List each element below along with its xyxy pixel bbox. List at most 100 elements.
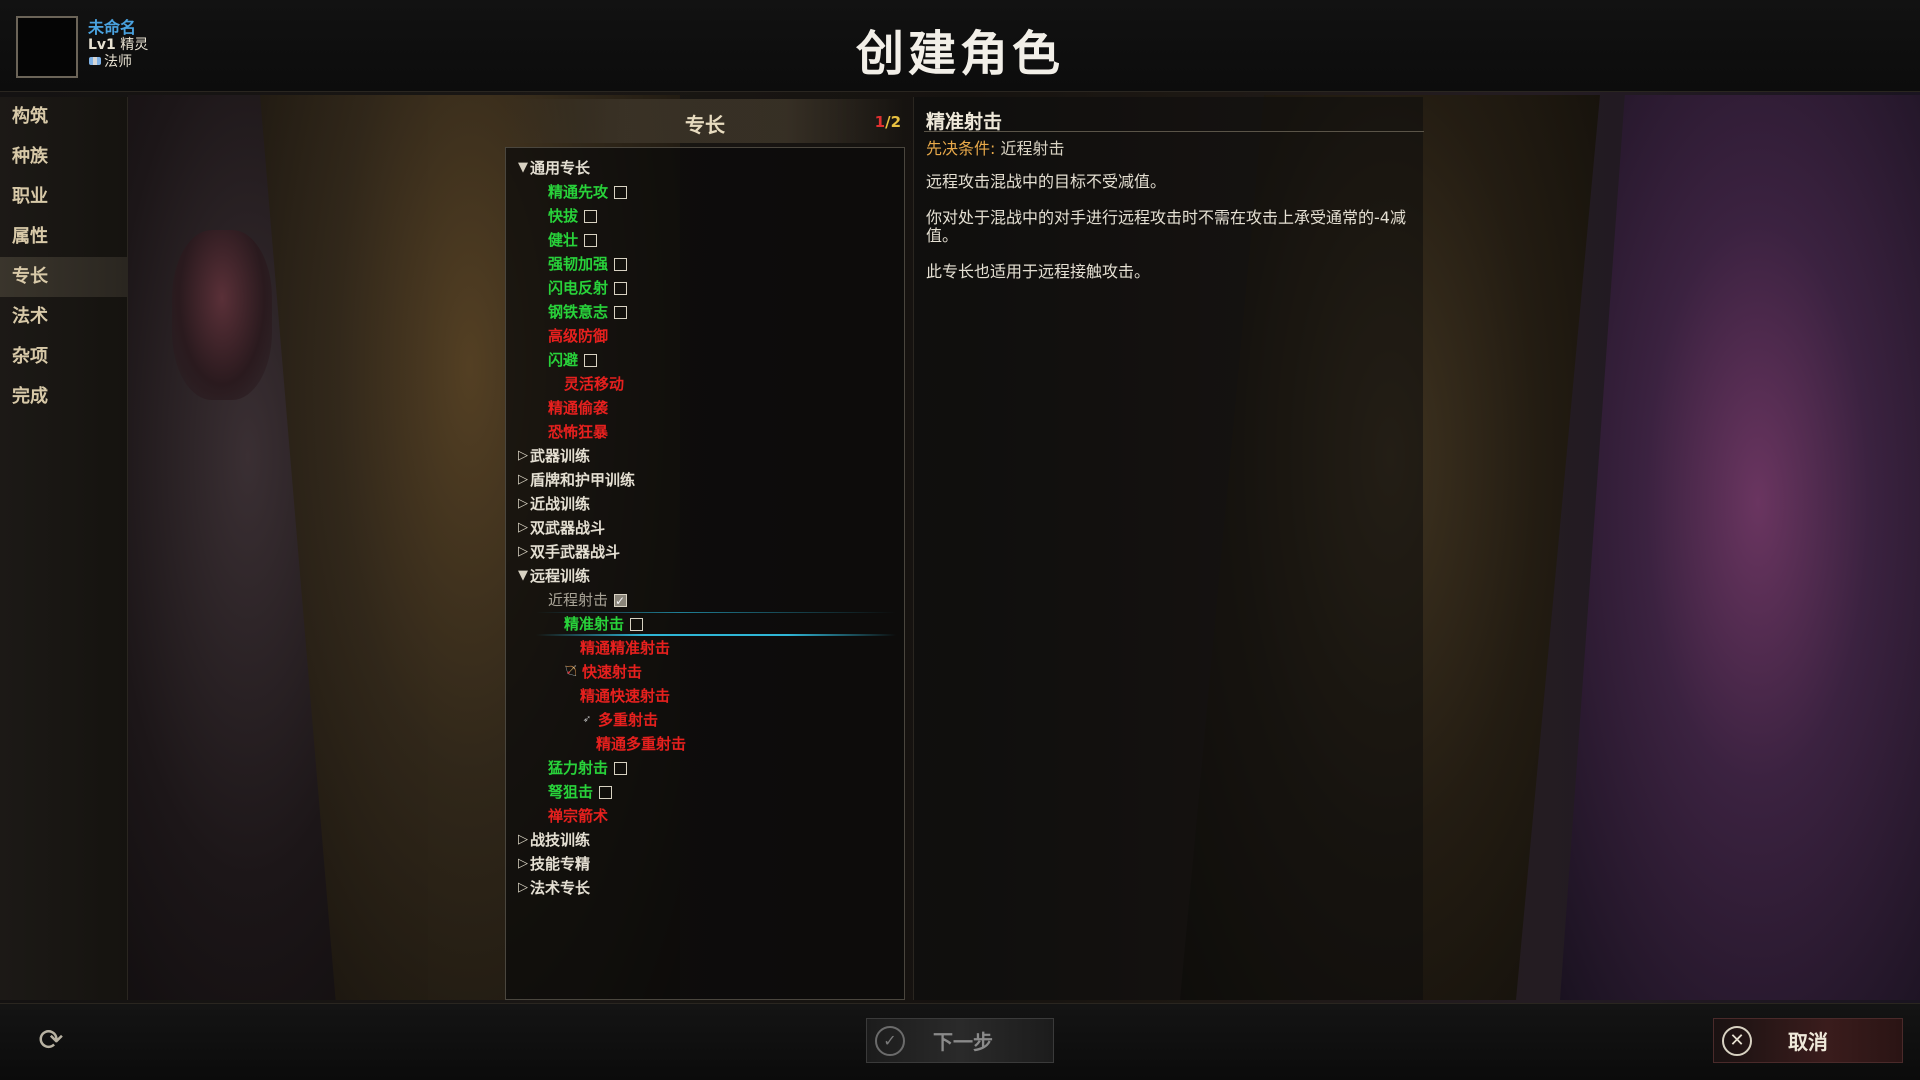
sidebar-item[interactable]: 杂项 [0, 337, 127, 377]
feat-category-row[interactable]: ▷ 法术专长 [506, 876, 904, 900]
feat-label: 禅宗箭术 [548, 807, 609, 825]
art-knight-helmet [172, 230, 272, 400]
feat-description-title: 精准射击 [926, 111, 1003, 133]
feat-row[interactable]: 精通精准射击 [506, 636, 904, 660]
sidebar-item[interactable]: 专长 [0, 257, 127, 297]
close-circle-icon: ✕ [1722, 1025, 1752, 1056]
feat-row[interactable]: 强韧加强 [506, 252, 904, 276]
feat-row[interactable]: 快拔 [506, 204, 904, 228]
feat-label: 精准射击 [564, 615, 625, 633]
feat-row[interactable]: 精准射击 [506, 612, 904, 636]
art-panel-sorceress [1560, 95, 1920, 1000]
feat-label: 闪电反射 [548, 279, 609, 297]
expanded-arrow-icon[interactable]: ▼ [516, 564, 530, 588]
feat-label: 通用专长 [530, 159, 591, 177]
feat-checkbox[interactable] [584, 209, 598, 223]
collapsed-arrow-icon[interactable]: ▷ [516, 516, 530, 540]
feat-label: 技能专精 [530, 855, 591, 873]
collapsed-arrow-icon[interactable]: ▷ [516, 876, 530, 900]
expanded-arrow-icon[interactable]: ▼ [516, 156, 530, 180]
feat-label: 钢铁意志 [548, 303, 609, 321]
feat-label: 高级防御 [548, 327, 609, 345]
top-bar: 未命名 Lv1 精灵 法师 创建角色 [0, 0, 1920, 92]
feat-checkbox[interactable] [614, 281, 628, 295]
feat-checkbox[interactable] [584, 233, 598, 247]
feat-row[interactable]: 禅宗箭术 [506, 804, 904, 828]
feat-tree[interactable]: ▼ 通用专长 精通先攻 快拔 健壮 强韧加强 闪电反射 钢铁意志 高级防御 闪避 灵活移动 精通偷袭恐… [505, 147, 905, 1000]
sidebar-item[interactable]: 法术 [0, 297, 127, 337]
feat-label: 盾牌和护甲训练 [530, 471, 636, 489]
sidebar-item[interactable]: 属性 [0, 217, 127, 257]
feat-panel-title: 专长 [685, 113, 725, 137]
feat-category-row[interactable]: ▼ 通用专长 [506, 156, 904, 180]
collapsed-arrow-icon[interactable]: ▷ [516, 468, 530, 492]
feat-label: 弩狙击 [548, 783, 594, 801]
feat-row[interactable]: 🏹 快速射击 [506, 660, 904, 684]
feat-checkbox[interactable] [614, 305, 628, 319]
collapsed-arrow-icon[interactable]: ▷ [516, 444, 530, 468]
refresh-icon[interactable]: ⟳ [34, 1024, 68, 1058]
feat-label: 法术专长 [530, 879, 591, 897]
cancel-button[interactable]: ✕ 取消 [1713, 1018, 1903, 1063]
next-step-label: 下一步 [933, 1030, 993, 1054]
collapsed-arrow-icon[interactable]: ▷ [516, 828, 530, 852]
feat-prerequisite: 先决条件: 近程射击 [926, 135, 1065, 159]
feat-row[interactable]: 恐怖狂暴 [506, 420, 904, 444]
sidebar-item[interactable]: 种族 [0, 137, 127, 177]
bottom-bar: ⟳ ✓ 下一步 ✕ 取消 [0, 1003, 1920, 1080]
feat-label: 猛力射击 [548, 759, 609, 777]
feat-category-row[interactable]: ▷ 技能专精 [506, 852, 904, 876]
feat-row[interactable]: 精通先攻 [506, 180, 904, 204]
feat-checkbox[interactable] [614, 185, 628, 199]
feat-checkbox-checked[interactable] [614, 589, 628, 613]
bow-icon: 🏹 [564, 666, 578, 677]
next-step-button[interactable]: ✓ 下一步 [866, 1018, 1054, 1063]
feat-row[interactable]: 精通偷袭 [506, 396, 904, 420]
sidebar-item[interactable]: 完成 [0, 377, 127, 417]
feat-row[interactable]: 闪电反射 [506, 276, 904, 300]
feat-label: 战技训练 [530, 831, 591, 849]
collapsed-arrow-icon[interactable]: ▷ [516, 540, 530, 564]
feat-checkbox[interactable] [614, 761, 628, 775]
feat-row[interactable]: 钢铁意志 [506, 300, 904, 324]
feat-label: 精通偷袭 [548, 399, 609, 417]
feat-row[interactable]: 近程射击 [506, 588, 904, 613]
feat-label: 强韧加强 [548, 255, 609, 273]
sidebar-item[interactable]: 职业 [0, 177, 127, 217]
feat-label: 武器训练 [530, 447, 591, 465]
feat-count: 1/2 [875, 113, 901, 131]
feat-category-row[interactable]: ▷ 近战训练 [506, 492, 904, 516]
feat-label: 近战训练 [530, 495, 591, 513]
sidebar-item[interactable]: 构筑 [0, 97, 127, 137]
feat-label: 精通精准射击 [580, 639, 671, 657]
feat-row[interactable]: 精通快速射击 [506, 684, 904, 708]
feat-checkbox[interactable] [630, 617, 644, 631]
feat-category-row[interactable]: ▷ 战技训练 [506, 828, 904, 852]
feat-category-row[interactable]: ▷ 武器训练 [506, 444, 904, 468]
check-circle-icon: ✓ [875, 1025, 905, 1056]
feat-label: 闪避 [548, 351, 579, 369]
feat-row[interactable]: 精通多重射击 [506, 732, 904, 756]
collapsed-arrow-icon[interactable]: ▷ [516, 852, 530, 876]
feat-category-row[interactable]: ▷ 双手武器战斗 [506, 540, 904, 564]
feat-checkbox[interactable] [614, 257, 628, 271]
collapsed-arrow-icon[interactable]: ▷ [516, 492, 530, 516]
feat-category-row[interactable]: ▷ 盾牌和护甲训练 [506, 468, 904, 492]
feat-row[interactable]: 健壮 [506, 228, 904, 252]
description-paragraph: 远程攻击混战中的目标不受减值。 [926, 172, 1167, 191]
page-title: 创建角色 [855, 26, 1064, 82]
feat-row[interactable]: ➶ 多重射击 [506, 708, 904, 732]
feat-label: 双手武器战斗 [530, 543, 621, 561]
feat-row[interactable]: 弩狙击 [506, 780, 904, 804]
feat-checkbox[interactable] [584, 353, 598, 367]
feat-row[interactable]: 高级防御 [506, 324, 904, 348]
feat-category-row[interactable]: ▷ 双武器战斗 [506, 516, 904, 540]
feat-label: 精通快速射击 [580, 687, 671, 705]
feat-label: 远程训练 [530, 567, 591, 585]
feat-row[interactable]: 灵活移动 [506, 372, 904, 396]
step-sidebar: 构筑 种族 职业 属性 专长 法术 杂项 完成 [0, 97, 128, 1000]
feat-checkbox[interactable] [599, 785, 613, 799]
feat-row[interactable]: 闪避 [506, 348, 904, 372]
feat-row[interactable]: 猛力射击 [506, 756, 904, 780]
feat-category-row[interactable]: ▼ 远程训练 [506, 564, 904, 588]
